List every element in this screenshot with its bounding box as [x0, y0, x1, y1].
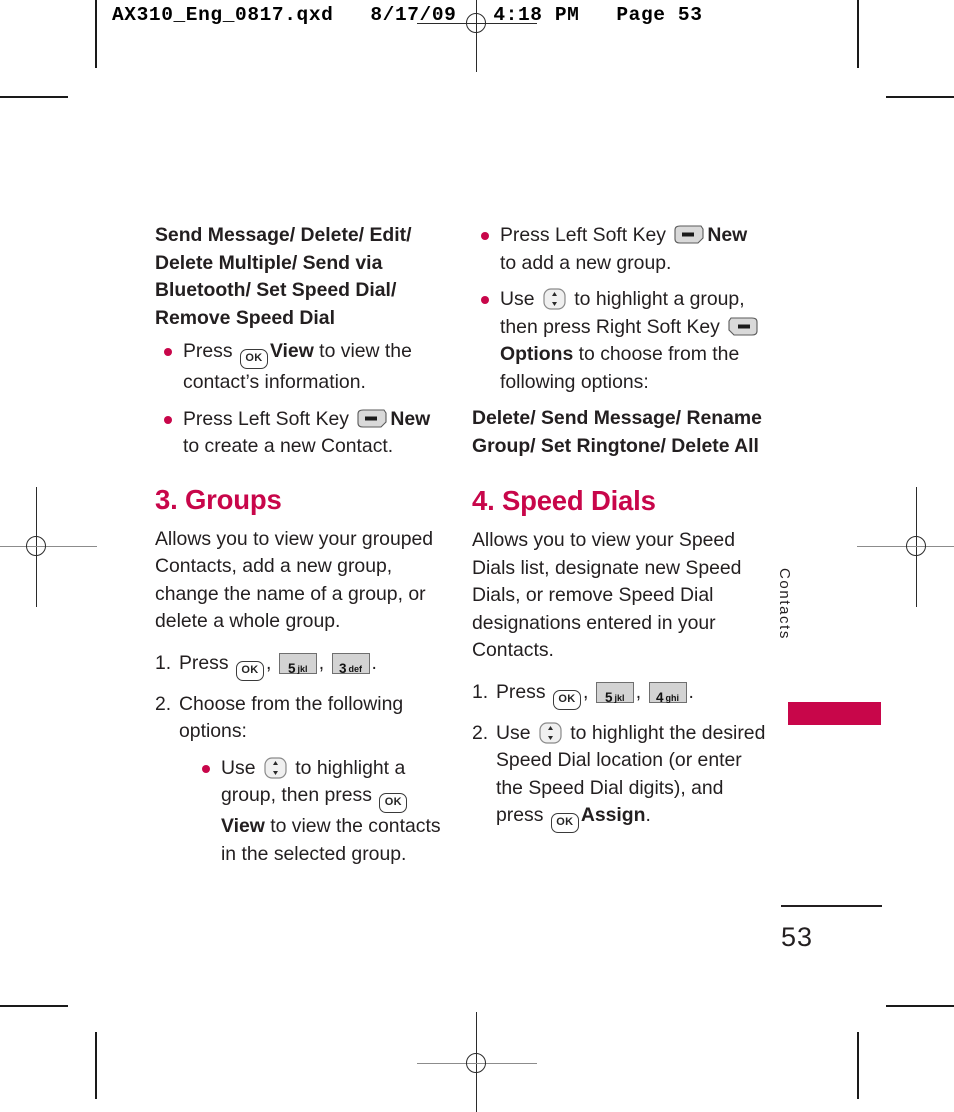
bullet-dot-icon	[202, 764, 210, 773]
crop-mark-bottom-left-vertical	[95, 1032, 97, 1099]
bullet-text-segment: to create a new Contact.	[183, 435, 394, 457]
bullet-bold-label: View	[269, 340, 314, 362]
bullet-bold-label: Options	[500, 343, 574, 365]
crop-mark-right-top-horizontal	[886, 96, 954, 98]
crop-mark-bottom-right-vertical	[857, 1032, 859, 1099]
section-heading-speed-dials: 4. Speed Dials	[472, 485, 656, 516]
step-text-segment: .	[688, 680, 694, 703]
step-text-segment: Press	[496, 680, 551, 703]
keypad-key-3-icon: 3 def	[331, 652, 370, 676]
ok-key-icon: OK	[550, 813, 579, 833]
crop-mark-right-bottom-horizontal	[886, 1005, 954, 1007]
right-column: Press Left Soft Key New to add a new gro…	[472, 222, 767, 838]
left-column: Send Message/ Delete/ Edit/ Delete Multi…	[155, 222, 445, 877]
right-options-list: Delete/ Send Message/ Rename Group/ Set …	[472, 407, 762, 457]
registration-mark-right	[857, 487, 954, 607]
list-item: Press OK View to view the contact’s infor…	[155, 338, 445, 397]
registration-mark-left	[0, 487, 97, 607]
right-soft-key-icon	[728, 316, 758, 336]
folio-rule	[781, 905, 882, 907]
left-options-list: Send Message/ Delete/ Edit/ Delete Multi…	[155, 224, 412, 329]
bullet-bold-label: View	[221, 815, 265, 837]
bullet-text-segment: Use	[221, 756, 261, 779]
step-text-segment: .	[371, 651, 377, 674]
keypad-key-4-icon: 4 ghi	[648, 681, 687, 705]
sub-bullet-list: Use to highlight a group, then press OKV…	[193, 755, 445, 869]
step-punct: ,	[635, 680, 647, 703]
up-down-nav-key-icon	[539, 721, 562, 744]
step-punct: ,	[318, 651, 330, 674]
bullet-dot-icon	[164, 415, 172, 424]
crop-mark-top-left-vertical	[95, 0, 97, 68]
bullet-text-segment: Press Left Soft Key	[183, 407, 355, 430]
page-number: 53	[781, 922, 814, 952]
bullet-text-segment: Press Left Soft Key	[500, 224, 672, 246]
step-punct: ,	[265, 651, 277, 674]
list-item: 1. Press OK, 5 jkl, 4 ghi.	[472, 679, 767, 710]
left-bullet-list: Press OK View to view the contact’s infor…	[155, 338, 445, 461]
groups-intro-text: Allows you to view your grouped Contacts…	[155, 527, 434, 633]
bullet-text-segment: Use	[500, 288, 540, 310]
step-number: 1.	[472, 680, 489, 703]
step-punct: ,	[582, 680, 594, 703]
right-bullet-list: Press Left Soft Key New to add a new gro…	[472, 222, 767, 396]
bullet-text-segment: Press	[183, 340, 238, 362]
print-file-header: AX310_Eng_0817.qxd 8/17/09 4:18 PM Page …	[112, 4, 703, 26]
chapter-tab-text: Contacts	[776, 568, 793, 640]
manual-page: AX310_Eng_0817.qxd 8/17/09 4:18 PM Page …	[0, 0, 954, 1112]
bullet-text-segment: to add a new group.	[500, 251, 672, 274]
list-item: 2. Choose from the following options: Us…	[155, 691, 445, 869]
bullet-dot-icon	[481, 296, 489, 304]
up-down-nav-key-icon	[264, 756, 287, 779]
bullet-dot-icon	[481, 232, 489, 240]
list-item: Press Left Soft Key New to add a new gro…	[472, 222, 767, 277]
step-number: 2.	[472, 721, 489, 744]
crop-mark-left-top-horizontal	[0, 96, 68, 98]
step-text-segment: Press	[179, 651, 234, 674]
list-item: Use to highlight a group, then press OKV…	[193, 755, 445, 869]
step-number: 2.	[155, 692, 172, 715]
step-text-segment: Use	[496, 721, 536, 744]
keypad-key-5-icon: 5 jkl	[278, 652, 317, 676]
ok-key-icon: OK	[239, 349, 268, 369]
bullet-dot-icon	[164, 348, 172, 356]
crop-mark-top-right-vertical	[857, 0, 859, 68]
step-text-segment: .	[645, 804, 651, 826]
step-bold-label: Assign	[580, 804, 646, 826]
speed-dials-intro-text: Allows you to view your Speed Dials list…	[472, 529, 742, 661]
bullet-bold-label: New	[390, 407, 431, 430]
list-item: 2. Use to highlight the desired Speed Di…	[472, 720, 767, 833]
left-soft-key-icon	[357, 408, 387, 428]
list-item: Use to highlight a group, then press Rig…	[472, 286, 767, 396]
ok-key-icon: OK	[552, 689, 581, 710]
list-item: 1. Press OK, 5 jkl, 3 def.	[155, 650, 445, 681]
step-number: 1.	[155, 651, 172, 674]
bullet-bold-label: New	[707, 224, 748, 246]
keypad-key-5-icon: 5 jkl	[595, 681, 634, 705]
list-item: Press Left Soft Key New to create a new …	[155, 406, 445, 461]
up-down-nav-key-icon	[543, 288, 566, 310]
crop-mark-left-bottom-horizontal	[0, 1005, 68, 1007]
section-heading-groups: 3. Groups	[155, 483, 282, 515]
ok-key-icon: OK	[235, 660, 264, 681]
ok-key-icon: OK	[379, 793, 408, 813]
step-text-segment: Choose from the following options:	[179, 692, 404, 743]
left-soft-key-icon	[674, 225, 704, 244]
registration-mark-bottom-center	[417, 1012, 537, 1112]
chapter-tab-bar	[788, 702, 881, 725]
